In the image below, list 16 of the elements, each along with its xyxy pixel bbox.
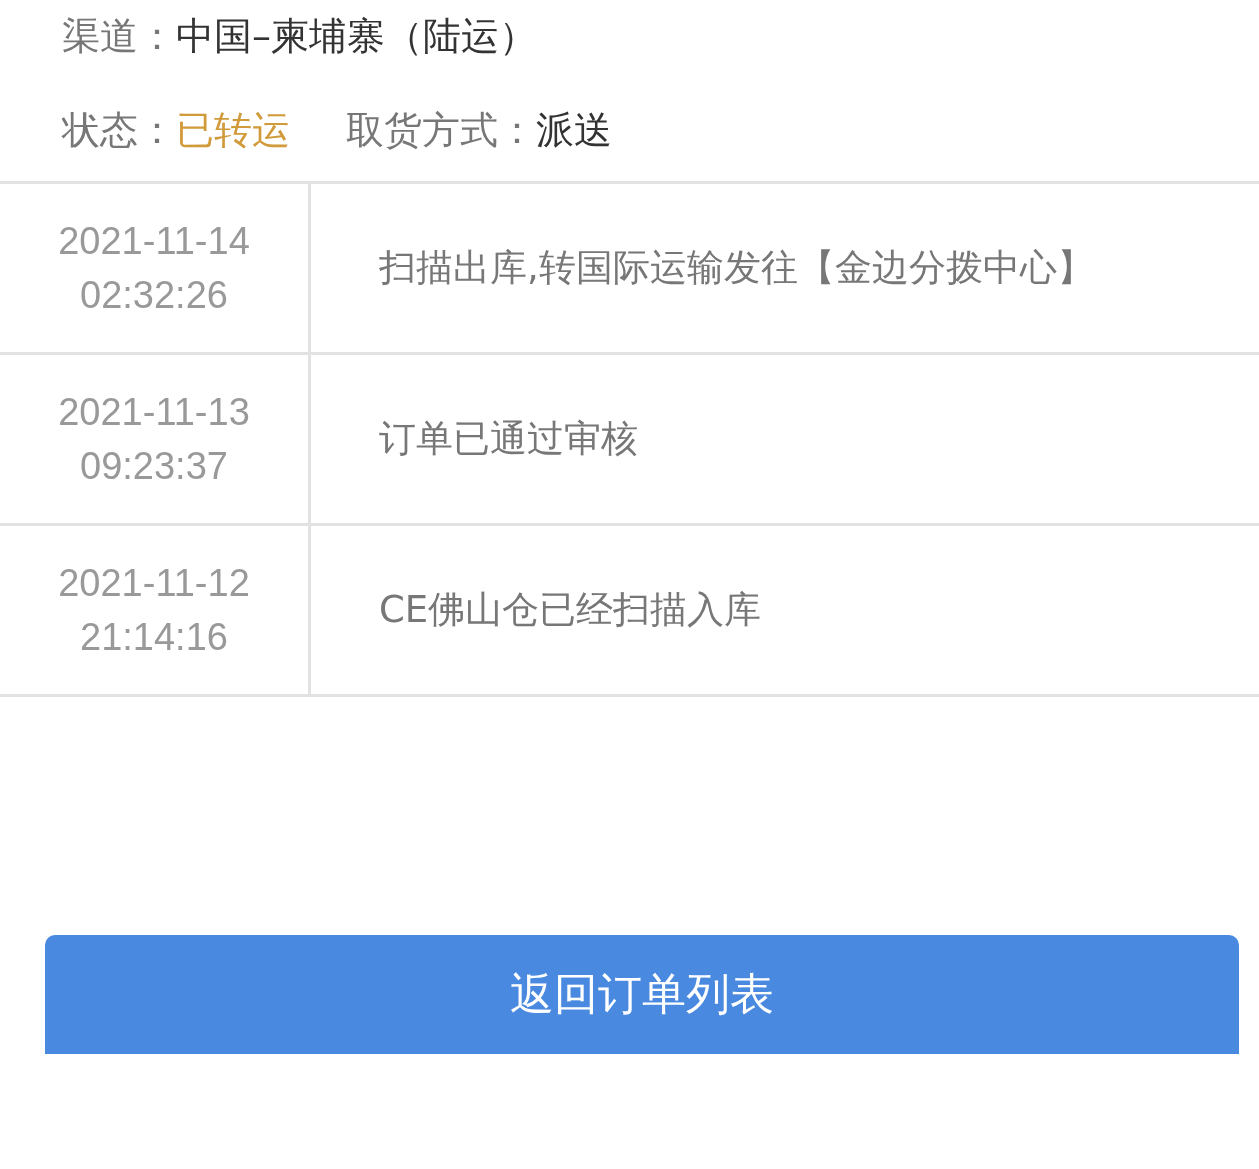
back-to-orders-button[interactable]: 返回订单列表 [45,935,1239,1054]
event-time: 09:23:37 [80,444,228,489]
channel-value: 中国–柬埔寨（陆运） [176,12,537,60]
event-description: 订单已通过审核 [379,416,638,462]
status-label: 状态： [62,107,176,155]
event-time: 21:14:16 [80,615,228,660]
event-date: 2021-11-14 [58,219,250,264]
event-date: 2021-11-12 [58,561,250,606]
status-value: 已转运 [176,107,290,155]
pickup-value: 派送 [536,107,612,155]
channel-label: 渠道： [62,12,176,60]
event-description: CE佛山仓已经扫描入库 [379,587,762,633]
event-description: 扫描出库,转国际运输发往【金边分拨中心】 [379,245,1094,291]
event-date: 2021-11-13 [58,390,250,435]
pickup-label: 取货方式： [346,107,536,155]
event-time: 02:32:26 [80,273,228,318]
